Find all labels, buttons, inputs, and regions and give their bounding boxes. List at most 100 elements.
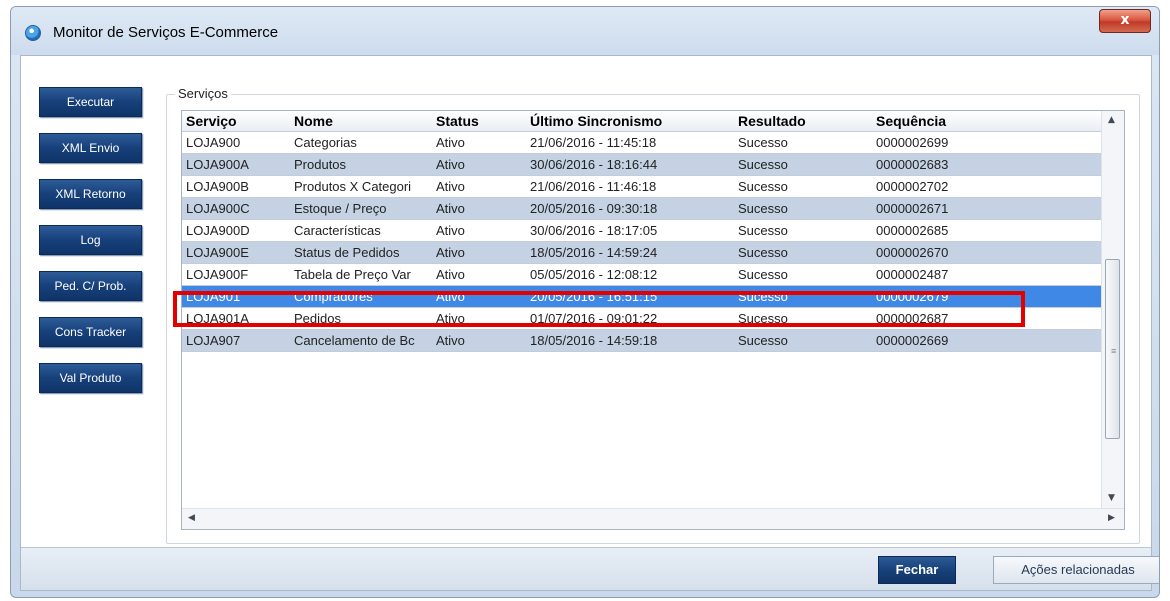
cell-ultimo-sincronismo: 21/06/2016 - 11:46:18 (530, 179, 657, 194)
cell-ultimo-sincronismo: 05/05/2016 - 12:08:12 (530, 267, 658, 282)
cell-resultado: Sucesso (738, 135, 788, 150)
cell-servico: LOJA900C (186, 201, 250, 216)
cell-status: Ativo (436, 267, 465, 282)
cell-status: Ativo (436, 201, 465, 216)
table-row[interactable]: LOJA901 Compradores Ativo 20/05/2016 - 16:5… (182, 286, 1102, 308)
cell-sequencia: 0000002699 (876, 135, 949, 150)
log-button[interactable]: Log (39, 225, 142, 255)
cell-servico: LOJA900A (186, 157, 249, 172)
table-header: Serviço Nome Status Último Sincronismo R… (182, 111, 1102, 132)
cell-servico: LOJA900D (186, 223, 250, 238)
table-row[interactable]: LOJA901A Pedidos Ativo 01/07/2016 - 09:01:2… (182, 308, 1102, 330)
cell-resultado: Sucesso (738, 267, 788, 282)
acoes-relacionadas-button[interactable]: Ações relacionadas (993, 556, 1159, 584)
cell-status: Ativo (436, 289, 465, 304)
cell-sequencia: 0000002669 (876, 333, 949, 348)
footer-bar: Fechar Ações relacionadas (21, 547, 1159, 590)
title-bar: Monitor de Serviços E-Commerce x (11, 7, 1159, 55)
column-header-nome[interactable]: Nome (294, 113, 432, 129)
main-window: Monitor de Serviços E-Commerce x Executa… (10, 6, 1160, 598)
services-table[interactable]: Serviço Nome Status Último Sincronismo R… (181, 110, 1125, 530)
cell-status: Ativo (436, 157, 465, 172)
cell-status: Ativo (436, 135, 465, 150)
cell-resultado: Sucesso (738, 179, 788, 194)
cell-ultimo-sincronismo: 18/05/2016 - 14:59:24 (530, 245, 658, 260)
column-header-servico[interactable]: Serviço (186, 113, 290, 129)
column-header-sequencia[interactable]: Sequência (876, 113, 1016, 129)
cell-servico: LOJA907 (186, 333, 241, 348)
cell-ultimo-sincronismo: 18/05/2016 - 14:59:18 (530, 333, 658, 348)
cell-nome: Cancelamento de Bc (294, 333, 415, 348)
services-group: Serviços Serviço Nome Status Último Sinc… (166, 86, 1140, 544)
cell-sequencia: 0000002679 (876, 289, 949, 304)
cell-servico: LOJA900F (186, 267, 249, 282)
cell-resultado: Sucesso (738, 311, 788, 326)
xml-envio-button[interactable]: XML Envio (39, 133, 142, 163)
cell-sequencia: 0000002487 (876, 267, 949, 282)
cell-servico: LOJA900 (186, 135, 241, 150)
cell-resultado: Sucesso (738, 157, 788, 172)
cell-resultado: Sucesso (738, 245, 788, 260)
vertical-scrollbar[interactable]: ▲ ≡ ▼ (1101, 111, 1124, 509)
cell-status: Ativo (436, 333, 465, 348)
cell-nome: Categorias (294, 135, 357, 150)
arrow-down-icon[interactable]: ▼ (1108, 493, 1115, 503)
cell-servico: LOJA901 (186, 289, 241, 304)
cell-ultimo-sincronismo: 30/06/2016 - 18:17:05 (530, 223, 658, 238)
globe-icon (25, 25, 41, 41)
cell-ultimo-sincronismo: 20/05/2016 - 16:51:15 (530, 289, 658, 304)
cons-tracker-button[interactable]: Cons Tracker (39, 317, 142, 347)
table-row[interactable]: LOJA900C Estoque / Preço Ativo 20/05/2016 -… (182, 198, 1102, 220)
column-header-ultimo-sincronismo[interactable]: Último Sincronismo (530, 113, 732, 129)
close-button[interactable]: x (1099, 9, 1151, 33)
arrow-right-icon[interactable]: ▶ (1108, 513, 1115, 523)
cell-status: Ativo (436, 245, 465, 260)
cell-resultado: Sucesso (738, 223, 788, 238)
cell-sequencia: 0000002671 (876, 201, 949, 216)
table-row[interactable]: LOJA900B Produtos X Categori Ativo 21/06/20… (182, 176, 1102, 198)
window-title: Monitor de Serviços E-Commerce (53, 24, 279, 41)
cell-servico: LOJA901A (186, 311, 249, 326)
cell-status: Ativo (436, 223, 465, 238)
table-row[interactable]: LOJA900D Características Ativo 30/06/2016 -… (182, 220, 1102, 242)
vertical-scroll-thumb[interactable]: ≡ (1105, 259, 1120, 439)
cell-nome: Características (294, 223, 381, 238)
cell-ultimo-sincronismo: 21/06/2016 - 11:45:18 (530, 135, 657, 150)
column-header-status[interactable]: Status (436, 113, 526, 129)
cell-nome: Status de Pedidos (294, 245, 400, 260)
cell-status: Ativo (436, 311, 465, 326)
table-row[interactable]: LOJA900E Status de Pedidos Ativo 18/05/2016… (182, 242, 1102, 264)
cell-ultimo-sincronismo: 20/05/2016 - 09:30:18 (530, 201, 658, 216)
cell-nome: Estoque / Preço (294, 201, 387, 216)
executar-button[interactable]: Executar (39, 87, 142, 117)
arrow-left-icon[interactable]: ◀ (188, 513, 195, 523)
ped-c-prob-button[interactable]: Ped. C/ Prob. (39, 271, 142, 301)
window-content: Executar XML Envio XML Retorno Log Ped. C/ P… (20, 55, 1159, 591)
horizontal-scrollbar[interactable]: ◀ ▶ (182, 508, 1124, 529)
table-row[interactable]: LOJA900 Categorias Ativo 21/06/2016 - 11:45… (182, 132, 1102, 154)
cell-sequencia: 0000002687 (876, 311, 949, 326)
cell-ultimo-sincronismo: 30/06/2016 - 18:16:44 (530, 157, 658, 172)
services-group-label: Serviços (175, 86, 231, 101)
cell-servico: LOJA900E (186, 245, 249, 260)
cell-resultado: Sucesso (738, 289, 788, 304)
arrow-up-icon[interactable]: ▲ (1108, 115, 1115, 125)
cell-resultado: Sucesso (738, 333, 788, 348)
table-row[interactable]: LOJA907 Cancelamento de Bc Ativo 18/05/2016… (182, 330, 1102, 352)
cell-sequencia: 0000002670 (876, 245, 949, 260)
val-produto-button[interactable]: Val Produto (39, 363, 142, 393)
table-body: LOJA900 Categorias Ativo 21/06/2016 - 11:45… (182, 132, 1102, 352)
cell-nome: Produtos (294, 157, 347, 172)
table-row[interactable]: LOJA900A Produtos Ativo 30/06/2016 - 18:16:… (182, 154, 1102, 176)
cell-nome: Pedidos (294, 311, 341, 326)
cell-nome: Tabela de Preço Var (294, 267, 411, 282)
cell-status: Ativo (436, 179, 465, 194)
column-header-resultado[interactable]: Resultado (738, 113, 874, 129)
fechar-button[interactable]: Fechar (878, 556, 956, 584)
cell-sequencia: 0000002685 (876, 223, 949, 238)
table-row[interactable]: LOJA900F Tabela de Preço Var Ativo 05/05/20… (182, 264, 1102, 286)
cell-resultado: Sucesso (738, 201, 788, 216)
cell-ultimo-sincronismo: 01/07/2016 - 09:01:22 (530, 311, 658, 326)
xml-retorno-button[interactable]: XML Retorno (39, 179, 142, 209)
grip-icon: ≡ (1111, 346, 1117, 356)
